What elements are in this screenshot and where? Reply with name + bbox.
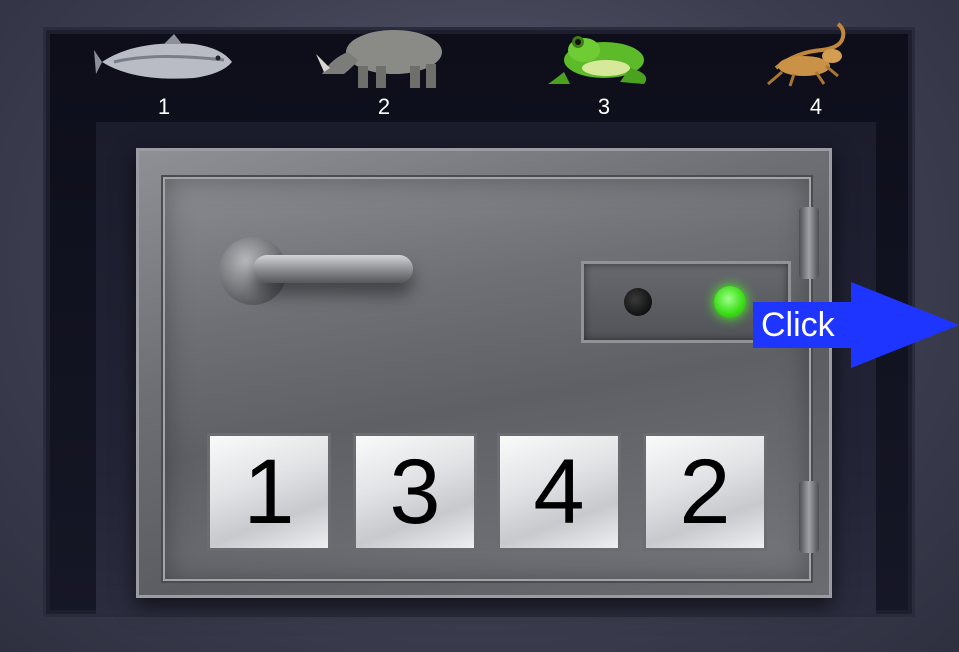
arrow-right-icon <box>851 282 959 368</box>
animal-number: 4 <box>809 94 823 119</box>
code-digit-4[interactable]: 2 <box>643 433 767 551</box>
safe: 1 3 4 2 <box>136 148 832 598</box>
code-digit-1[interactable]: 1 <box>207 433 331 551</box>
animal-clue-lizard: 4 <box>746 22 886 122</box>
frog-icon <box>548 36 647 84</box>
safe-door: 1 3 4 2 <box>161 175 813 583</box>
animal-clue-salmon: 1 <box>94 22 234 122</box>
code-digit-2[interactable]: 3 <box>353 433 477 551</box>
animal-number: 1 <box>157 94 171 119</box>
animal-clue-frog: 3 <box>534 22 674 122</box>
click-arrow-button[interactable]: Click <box>753 282 959 368</box>
indicator-light-red <box>624 288 652 316</box>
door-hinge-bottom <box>799 481 819 553</box>
salmon-icon <box>94 34 232 79</box>
animal-clue-rhinoceros: 2 <box>314 22 454 122</box>
code-digit-3[interactable]: 4 <box>497 433 621 551</box>
rhinoceros-icon <box>316 30 442 88</box>
indicator-light-green <box>714 286 746 318</box>
click-label: Click <box>761 306 835 344</box>
animal-number: 3 <box>597 94 611 119</box>
safe-handle[interactable] <box>253 255 413 283</box>
lizard-icon <box>767 22 846 87</box>
door-hinge-top <box>799 207 819 279</box>
animal-number: 2 <box>377 94 391 119</box>
